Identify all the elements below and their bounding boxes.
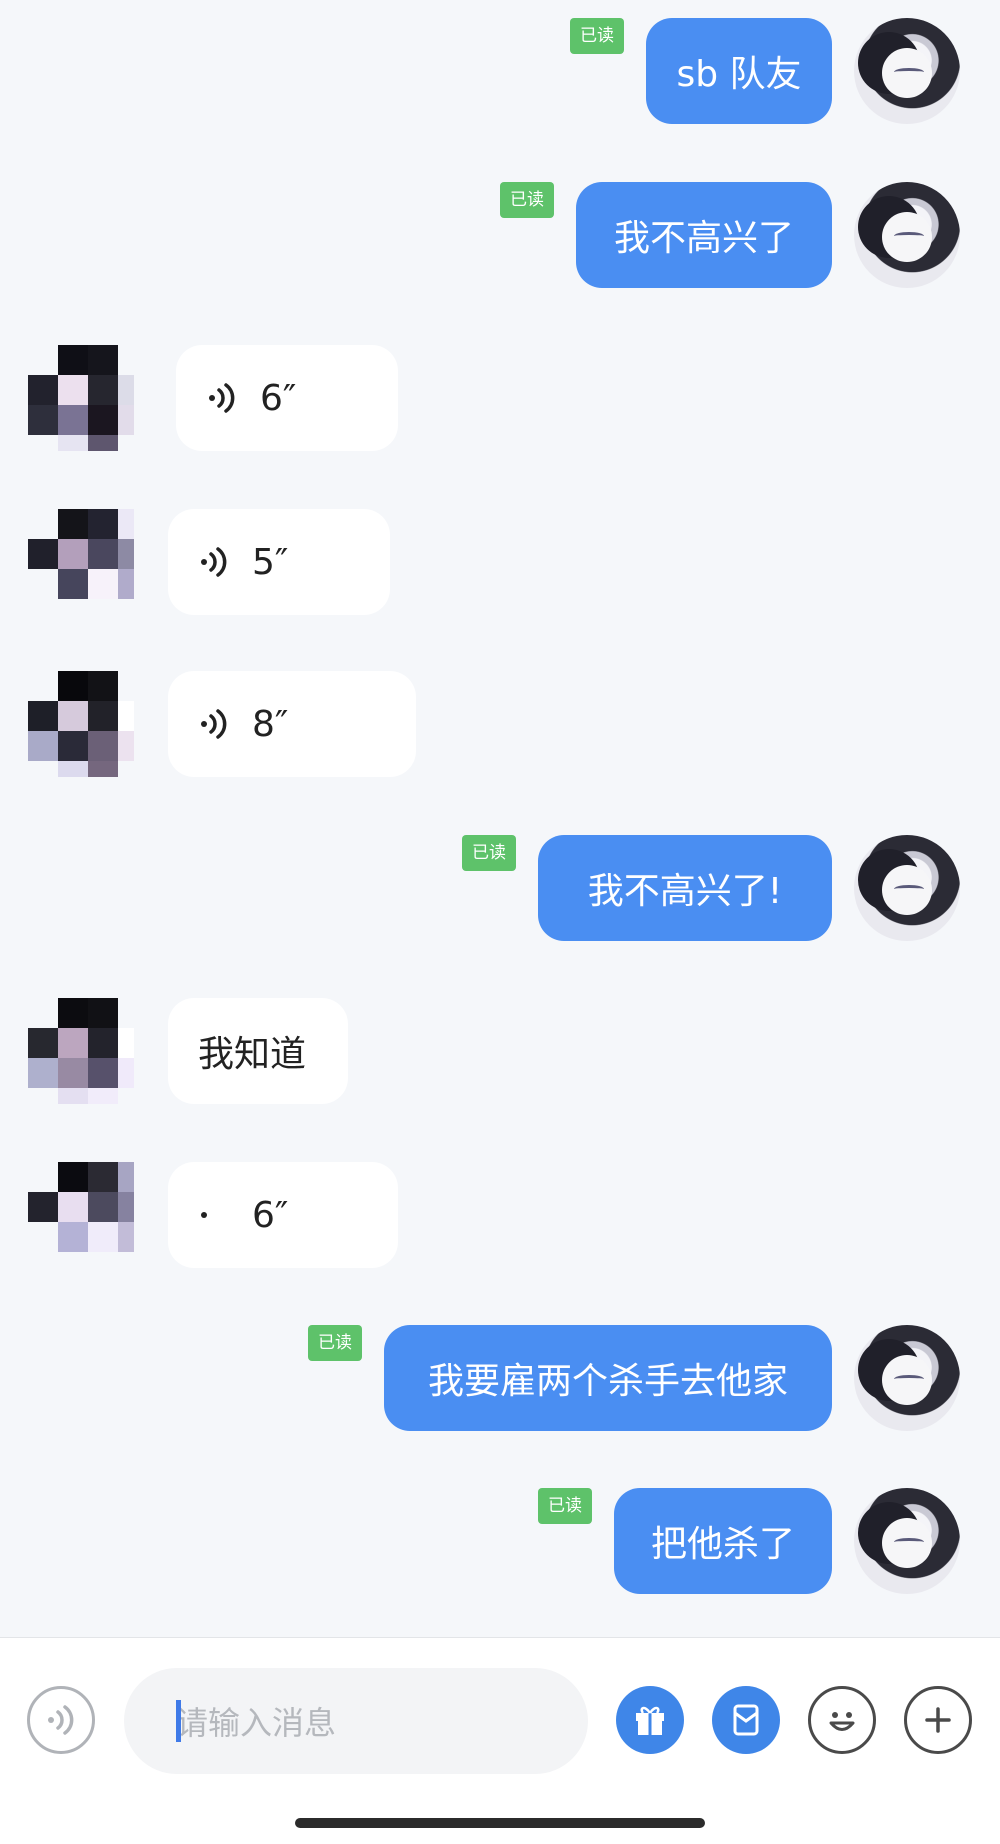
my-avatar[interactable]	[854, 182, 960, 288]
read-receipt-badge: 已读	[538, 1488, 592, 1524]
more-options-button[interactable]	[904, 1686, 972, 1754]
read-receipt-badge: 已读	[500, 182, 554, 218]
voice-message-bubble[interactable]: 6″	[176, 345, 398, 451]
message-bubble-sent[interactable]: sb 队友	[646, 18, 832, 124]
message-input-bar: 请输入消息	[0, 1637, 1000, 1844]
contact-avatar-pixelated[interactable]	[28, 1162, 134, 1268]
message-bubble-sent[interactable]: 我不高兴了!	[538, 835, 832, 941]
voice-wave-icon	[206, 381, 240, 415]
voice-duration: 6″	[260, 377, 297, 419]
read-receipt-badge: 已读	[462, 835, 516, 871]
gift-icon	[636, 1706, 664, 1735]
message-bubble-sent[interactable]: 我要雇两个杀手去他家	[384, 1325, 832, 1431]
message-bubble-sent[interactable]: 把他杀了	[614, 1488, 832, 1594]
voice-message-bubble[interactable]: 6″	[168, 1162, 398, 1268]
my-avatar[interactable]	[854, 1325, 960, 1431]
voice-duration: 8″	[252, 703, 289, 745]
message-row: 已读 我不高兴了	[0, 182, 1000, 288]
message-row: 已读 sb 队友	[0, 18, 1000, 124]
message-row: 我知道	[0, 998, 1000, 1104]
voice-message-bubble[interactable]: 5″	[168, 509, 390, 615]
emoji-button[interactable]	[808, 1686, 876, 1754]
voice-duration: 6″	[252, 1194, 289, 1236]
read-receipt-badge: 已读	[570, 18, 624, 54]
message-input[interactable]: 请输入消息	[124, 1668, 588, 1774]
message-row: 8″	[0, 671, 1000, 777]
read-receipt-badge: 已读	[308, 1325, 362, 1361]
message-row: 已读 我要雇两个杀手去他家	[0, 1325, 1000, 1431]
home-indicator[interactable]	[295, 1818, 705, 1828]
message-bubble-sent[interactable]: 我不高兴了	[576, 182, 832, 288]
message-bubble-received[interactable]: 我知道	[168, 998, 348, 1104]
voice-wave-icon	[198, 545, 232, 579]
message-row: 已读 把他杀了	[0, 1488, 1000, 1594]
voice-input-button[interactable]	[27, 1686, 95, 1754]
my-avatar[interactable]	[854, 835, 960, 941]
red-packet-icon	[733, 1704, 759, 1736]
chat-message-list[interactable]: 已读 sb 队友 已读 我不高兴了 6″ 5″ 8″ 已读 我不高兴了! 我知道…	[0, 0, 1000, 1637]
message-row: 5″	[0, 509, 1000, 615]
contact-avatar-pixelated[interactable]	[28, 671, 134, 777]
emoji-icon	[829, 1712, 855, 1731]
contact-avatar-pixelated[interactable]	[28, 998, 134, 1104]
text-cursor	[176, 1700, 181, 1742]
plus-icon	[925, 1707, 951, 1733]
my-avatar[interactable]	[854, 18, 960, 124]
voice-duration: 5″	[252, 541, 289, 583]
message-row: 6″	[0, 1162, 1000, 1268]
contact-avatar-pixelated[interactable]	[28, 509, 134, 615]
voice-icon	[48, 1705, 74, 1735]
gift-button[interactable]	[616, 1686, 684, 1754]
message-row: 6″	[0, 345, 1000, 451]
message-row: 已读 我不高兴了!	[0, 835, 1000, 941]
voice-wave-icon	[198, 1198, 232, 1232]
voice-wave-icon	[198, 707, 232, 741]
red-packet-button[interactable]	[712, 1686, 780, 1754]
voice-message-bubble[interactable]: 8″	[168, 671, 416, 777]
my-avatar[interactable]	[854, 1488, 960, 1594]
contact-avatar-pixelated[interactable]	[28, 345, 134, 451]
message-input-placeholder: 请输入消息	[176, 1704, 337, 1742]
